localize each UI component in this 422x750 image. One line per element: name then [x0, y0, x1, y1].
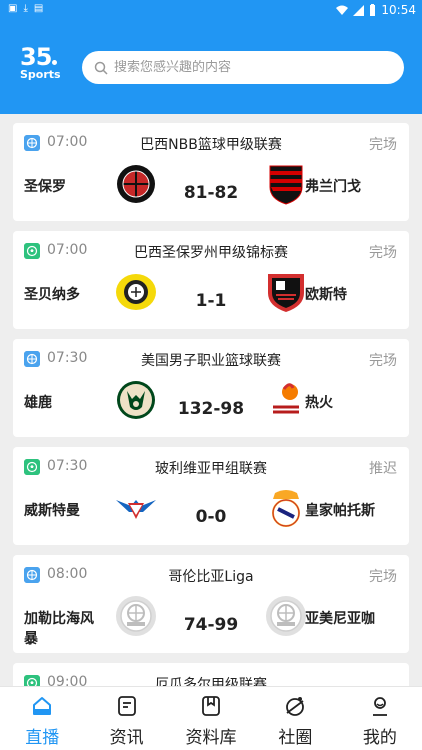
football-icon	[24, 459, 40, 475]
match-score: 0-0	[195, 507, 227, 527]
away-team-logo	[271, 383, 301, 418]
database-icon	[202, 696, 220, 716]
away-team-name: 皇家帕托斯	[305, 503, 375, 519]
tab-label: 社圈	[278, 728, 313, 748]
match-card[interactable]: 07:00 巴西圣保罗州甲级锦标赛 完场 圣贝纳多 1-1 欧斯特	[13, 231, 409, 329]
away-team-name: 欧斯特	[305, 287, 347, 303]
app-notification-icon: ▤	[33, 3, 44, 14]
match-card[interactable]: 07:00 巴西NBB篮球甲级联赛 完场 圣保罗 81-82 弗兰门戈	[13, 123, 409, 221]
logo-text: Sports	[20, 68, 61, 81]
match-card[interactable]: 09:00 厄瓜多尔甲级联赛	[13, 663, 409, 686]
home-team-name: 加勒比海风暴	[24, 611, 94, 647]
home-team-logo	[116, 274, 156, 310]
match-time: 08:00	[47, 566, 88, 582]
search-bar[interactable]	[82, 51, 404, 84]
basketball-icon	[24, 567, 40, 583]
search-icon	[94, 61, 108, 75]
match-card[interactable]: 07:30 玻利维亚甲组联赛 推迟 威斯特曼 0-0 皇家帕托斯	[13, 447, 409, 545]
tab-community[interactable]: 社圈	[253, 687, 337, 750]
match-status: 完场	[369, 569, 397, 585]
home-team-logo	[116, 596, 156, 636]
match-time: 07:00	[47, 134, 88, 150]
home-team-logo	[116, 500, 156, 519]
tab-label: 我的	[362, 728, 397, 748]
away-team-logo	[269, 165, 303, 205]
bottom-tab-bar: 直播 资讯 资料库 社圈 我的	[0, 686, 422, 750]
battery-icon	[370, 4, 376, 16]
away-team-logo	[272, 490, 300, 527]
basketball-icon	[24, 135, 40, 151]
league-name: 巴西NBB篮球甲级联赛	[140, 137, 282, 153]
match-status: 完场	[369, 137, 397, 153]
match-status: 完场	[369, 353, 397, 369]
wifi-icon	[336, 5, 349, 15]
app-logo: 35 Sports	[20, 43, 61, 82]
football-icon	[24, 675, 40, 686]
match-score: 74-99	[183, 615, 239, 635]
match-time: 07:30	[47, 458, 88, 474]
tab-label: 直播	[25, 728, 60, 748]
tab-database[interactable]: 资料库	[169, 687, 253, 750]
basketball-icon	[24, 351, 40, 367]
league-name: 巴西圣保罗州甲级锦标赛	[134, 245, 288, 261]
download-icon: ⤓	[23, 3, 28, 14]
home-team-logo	[117, 381, 155, 419]
search-input[interactable]	[114, 60, 374, 75]
notification-icon: ▣	[8, 3, 18, 14]
match-list[interactable]: 07:00 巴西NBB篮球甲级联赛 完场 圣保罗 81-82 弗兰门戈 07:0…	[0, 114, 422, 686]
app-header: 35 Sports	[0, 20, 422, 114]
match-time: 07:30	[47, 350, 88, 366]
community-icon	[286, 697, 305, 716]
match-card[interactable]: 08:00 哥伦比亚Liga 完场 加勒比海风暴 74-99 亚美尼亚咖	[13, 555, 409, 653]
signal-icon	[353, 4, 365, 16]
news-icon	[117, 696, 136, 716]
clock: 10:54	[381, 3, 416, 17]
match-score: 1-1	[195, 291, 227, 311]
away-team-logo	[268, 274, 304, 312]
match-status: 完场	[369, 245, 397, 261]
match-score: 132-98	[177, 399, 245, 419]
status-right: 10:54	[336, 3, 416, 17]
league-name: 哥伦比亚Liga	[168, 569, 254, 585]
logo-dot	[52, 60, 58, 65]
tab-live[interactable]: 直播	[0, 687, 84, 750]
home-team-name: 威斯特曼	[24, 503, 80, 519]
league-name: 厄瓜多尔甲级联赛	[155, 677, 267, 686]
home-team-name: 圣保罗	[24, 179, 66, 195]
logo-number: 35	[20, 43, 52, 71]
tab-news[interactable]: 资讯	[84, 687, 168, 750]
league-name: 美国男子职业篮球联赛	[141, 353, 281, 369]
home-team-name: 雄鹿	[24, 395, 52, 411]
notification-icons: ▣ ⤓ ▤	[8, 3, 43, 14]
away-team-name: 亚美尼亚咖	[305, 611, 375, 627]
league-name: 玻利维亚甲组联赛	[155, 461, 267, 477]
football-icon	[24, 243, 40, 259]
away-team-logo	[266, 596, 306, 636]
tab-label: 资料库	[185, 728, 237, 748]
tab-label: 资讯	[109, 728, 144, 748]
match-time: 07:00	[47, 242, 88, 258]
home-icon	[33, 697, 52, 715]
match-card[interactable]: 07:30 美国男子职业篮球联赛 完场 雄鹿 132-98 热火	[13, 339, 409, 437]
tab-profile[interactable]: 我的	[338, 687, 422, 750]
status-bar: ▣ ⤓ ▤ 10:54	[0, 0, 422, 20]
match-time: 09:00	[47, 674, 88, 686]
match-status: 推迟	[369, 461, 397, 477]
profile-icon	[372, 697, 387, 716]
home-team-logo	[117, 165, 155, 203]
match-score: 81-82	[183, 183, 239, 203]
away-team-name: 热火	[305, 395, 333, 411]
home-team-name: 圣贝纳多	[24, 287, 80, 303]
away-team-name: 弗兰门戈	[305, 179, 361, 195]
